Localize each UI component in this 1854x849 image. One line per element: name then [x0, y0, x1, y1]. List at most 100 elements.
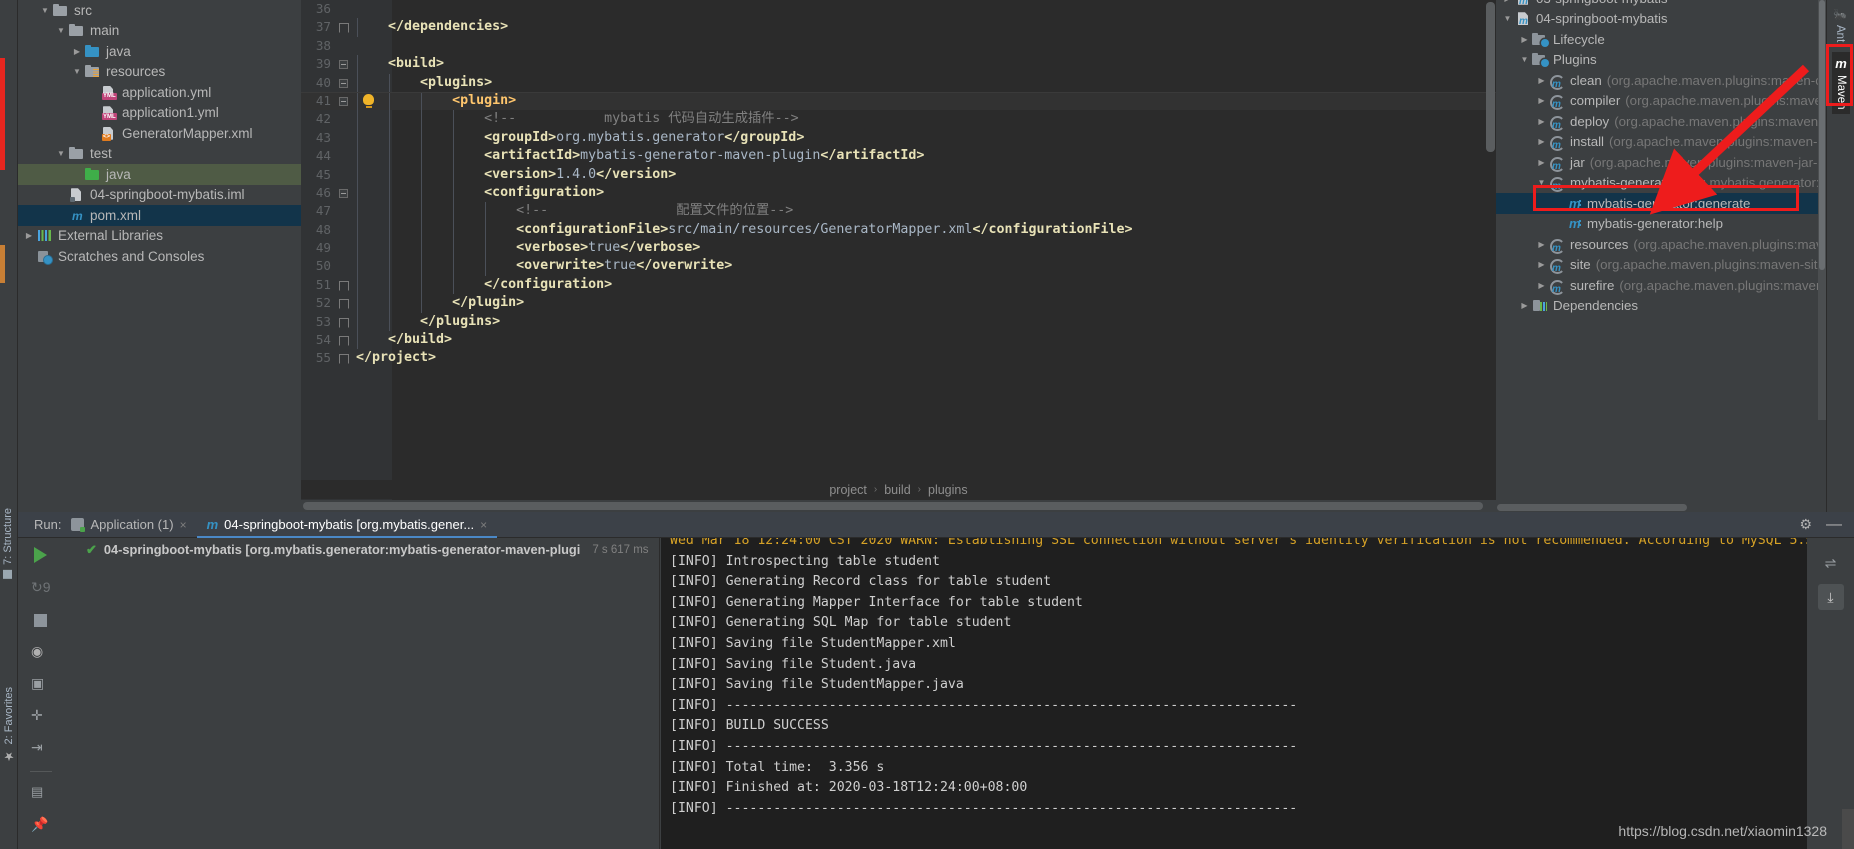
code-line-39[interactable]: 39 <build>	[301, 55, 1496, 74]
export-button[interactable]: ⇥	[31, 739, 51, 759]
tree-item-external-libraries[interactable]: ▶ External Libraries	[18, 226, 301, 247]
layout-button[interactable]: ▤	[31, 784, 51, 804]
code-line-43[interactable]: 43 <groupId>org.mybatis.generator</group…	[301, 128, 1496, 148]
run-tab-application[interactable]: Application (1) ×	[61, 512, 196, 538]
chevron-right-icon[interactable]: ▶	[1534, 260, 1549, 269]
breadcrumb[interactable]: project › build › plugins	[301, 480, 1496, 499]
code-line-41[interactable]: 41 <plugin>	[301, 91, 1496, 111]
console-scrollbar[interactable]	[1842, 809, 1854, 849]
tree-item-main[interactable]: ▼ main	[18, 21, 301, 42]
maven-item-04-springboot-mybatis[interactable]: ▼ m 04-springboot-mybatis	[1496, 9, 1826, 30]
code-line-48[interactable]: 48 <configurationFile>src/main/resources…	[301, 220, 1496, 240]
sidebar-tab-ant[interactable]: 🐜 Ant	[1830, 4, 1850, 46]
tree-item-generatormapper-xml[interactable]: <> GeneratorMapper.xml	[18, 123, 301, 144]
tree-item-application1-yml[interactable]: YML application1.yml	[18, 103, 301, 124]
tree-item-test[interactable]: ▼ test	[18, 144, 301, 165]
chevron-down-icon[interactable]: ▼	[38, 6, 52, 15]
fold-toggle-icon[interactable]	[339, 78, 348, 88]
editor-hscroll-thumb[interactable]	[303, 502, 1483, 510]
chevron-down-icon[interactable]: ▼	[1500, 14, 1515, 23]
chevron-right-icon[interactable]: ▶	[1534, 240, 1549, 249]
maven-item-plugins[interactable]: ▼ Plugins	[1496, 50, 1826, 71]
chevron-right-icon[interactable]: ▶	[1534, 158, 1549, 167]
maven-item-site[interactable]: ▶ m site (org.apache.maven.plugins:maven-si…	[1496, 255, 1826, 276]
maven-item-jar[interactable]: ▶ m jar (org.apache.maven.plugins:maven-jar…	[1496, 152, 1826, 173]
code-line-45[interactable]: 45 <version>1.4.0</version>	[301, 165, 1496, 184]
sidebar-tab-maven[interactable]: m Maven	[1832, 52, 1850, 114]
chevron-right-icon[interactable]: ▶	[1517, 35, 1532, 44]
tree-item-pom-xml[interactable]: m pom.xml	[18, 205, 301, 226]
run-results-tree[interactable]: ✔ 04-springboot-mybatis [org.mybatis.gen…	[64, 538, 660, 849]
editor-horizontal-scrollbar[interactable]	[301, 500, 1496, 512]
maven-item-surefire[interactable]: ▶ m surefire (org.apache.maven.plugins:mave…	[1496, 275, 1826, 296]
code-line-36[interactable]: 36	[301, 0, 1496, 18]
code-line-38[interactable]: 38	[301, 37, 1496, 55]
maven-hscroll-thumb[interactable]	[1497, 504, 1687, 511]
scroll-to-end-button[interactable]: ⤓	[1817, 584, 1844, 610]
chevron-down-icon[interactable]: ▼	[70, 67, 84, 76]
gear-icon[interactable]: ⚙	[1799, 516, 1812, 533]
code-line-40[interactable]: 40 <plugins>	[301, 73, 1496, 92]
breadcrumb-item-project[interactable]: project	[829, 483, 867, 497]
tree-item-scratches-and-consoles[interactable]: Scratches and Consoles	[18, 246, 301, 267]
soft-wrap-button[interactable]: ⇌	[1818, 550, 1844, 576]
tree-item-resources[interactable]: ▼ resources	[18, 62, 301, 83]
run-result-row[interactable]: ✔ 04-springboot-mybatis [org.mybatis.gen…	[64, 538, 659, 561]
maven-item-deploy[interactable]: ▶ m deploy (org.apache.maven.plugins:maven-…	[1496, 111, 1826, 132]
sidebar-tab-structure[interactable]: 7: Structure	[0, 504, 17, 583]
close-icon[interactable]: ×	[480, 518, 487, 532]
code-line-44[interactable]: 44 <artifactId>mybatis-generator-maven-p…	[301, 147, 1496, 166]
code-line-46[interactable]: 46 <configuration>	[301, 183, 1496, 203]
run-tab-maven[interactable]: m 04-springboot-mybatis [org.mybatis.gen…	[196, 512, 498, 538]
maven-vertical-scrollbar[interactable]	[1818, 0, 1826, 420]
chevron-right-icon[interactable]: ▶	[1534, 117, 1549, 126]
chevron-down-icon[interactable]: ▼	[54, 149, 68, 158]
filter-button[interactable]: ◉	[31, 643, 51, 663]
code-line-37[interactable]: 37 </dependencies>	[301, 18, 1496, 37]
chevron-right-icon[interactable]: ▶	[22, 231, 36, 240]
code-line-42[interactable]: 42 <!-- mybatis 代码自动生成插件-->	[301, 110, 1496, 129]
fold-toggle-icon[interactable]	[339, 317, 349, 328]
editor-code-area[interactable]: 36 37 </dependencies> 38 39 <build> 40 <plug…	[301, 0, 1496, 495]
maven-horizontal-scrollbar[interactable]	[1496, 502, 1826, 512]
code-line-50[interactable]: 50 <overwrite>true</overwrite>	[301, 257, 1496, 276]
project-tool-window[interactable]: ▼ src ▼ main ▶ java ▼ resources YML application.y…	[18, 0, 301, 512]
chevron-down-icon[interactable]: ▼	[1517, 55, 1532, 64]
code-editor[interactable]: 36 37 </dependencies> 38 39 <build> 40 <plug…	[301, 0, 1496, 512]
chevron-down-icon[interactable]: ▼	[1534, 178, 1549, 187]
maven-item-03-springboot-mybatis[interactable]: ▶m 03-springboot-mybatis	[1496, 0, 1826, 9]
code-line-54[interactable]: 54 </build>	[301, 331, 1496, 350]
code-line-55[interactable]: 55 </project>	[301, 349, 1496, 367]
maven-item-install[interactable]: ▶ m install (org.apache.maven.plugins:maven…	[1496, 132, 1826, 153]
chevron-right-icon[interactable]: ▶	[1534, 281, 1549, 290]
tree-item-java[interactable]: java	[18, 164, 301, 185]
code-line-51[interactable]: 51 </configuration>	[301, 275, 1496, 295]
tree-item-04-springboot-mybatis-iml[interactable]: 04-springboot-mybatis.iml	[18, 185, 301, 206]
chevron-right-icon[interactable]: ▶	[1534, 76, 1549, 85]
fold-toggle-icon[interactable]	[339, 60, 348, 70]
tree-item-src[interactable]: ▼ src	[18, 0, 301, 21]
editor-vertical-scrollbar[interactable]	[1486, 2, 1495, 152]
fold-toggle-icon[interactable]	[339, 280, 349, 291]
fold-toggle-icon[interactable]	[339, 354, 349, 365]
expand-button[interactable]: ✛	[31, 707, 51, 727]
rerun-button[interactable]	[31, 547, 51, 567]
fold-toggle-icon[interactable]	[339, 96, 348, 106]
screenshot-button[interactable]: ▣	[31, 675, 51, 695]
maven-vscroll-thumb[interactable]	[1819, 0, 1825, 270]
fold-toggle-icon[interactable]	[339, 299, 349, 310]
maven-item-lifecycle[interactable]: ▶ Lifecycle	[1496, 29, 1826, 50]
code-line-49[interactable]: 49 <verbose>true</verbose>	[301, 239, 1496, 258]
breadcrumb-item-build[interactable]: build	[884, 483, 910, 497]
chevron-right-icon[interactable]: ▶	[1534, 96, 1549, 105]
fold-toggle-icon[interactable]	[339, 336, 349, 347]
stop-button[interactable]	[31, 611, 51, 631]
maven-item-mybatis-generator-generate[interactable]: m mybatis-generator:generate	[1496, 193, 1826, 214]
console-output[interactable]: Wed Mar 18 12:24:00 CST 2020 WARN: Estab…	[661, 538, 1807, 849]
maven-item-clean[interactable]: ▶ m clean (org.apache.maven.plugins:maven-c…	[1496, 70, 1826, 91]
maven-item-resources[interactable]: ▶ m resources (org.apache.maven.plugins:mav…	[1496, 234, 1826, 255]
code-line-52[interactable]: 52 </plugin>	[301, 294, 1496, 313]
maven-item-dependencies[interactable]: ▶ Dependencies	[1496, 296, 1826, 317]
tree-item-application-yml[interactable]: YML application.yml	[18, 82, 301, 103]
maven-item-compiler[interactable]: ▶ m compiler (org.apache.maven.plugins:mave…	[1496, 91, 1826, 112]
